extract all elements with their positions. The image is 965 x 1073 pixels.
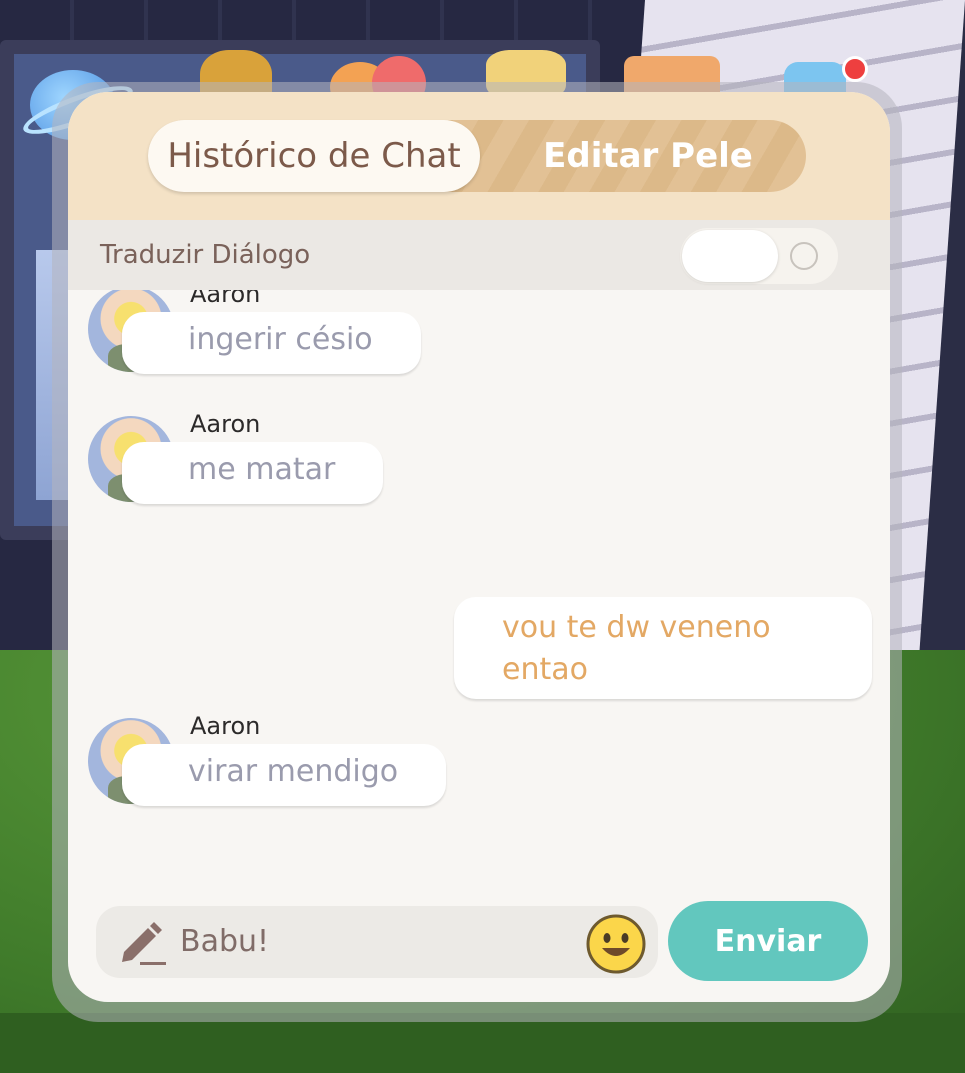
translate-label: Traduzir Diálogo — [100, 240, 311, 270]
toggle-knob — [682, 230, 778, 282]
toggle-off-icon — [790, 242, 818, 270]
message-bubble: me matar — [122, 442, 384, 504]
tab-edit-skin[interactable]: Editar Pele — [508, 120, 788, 192]
message-incoming: Aaron ingerir césio — [88, 290, 588, 386]
tab-chat-history[interactable]: Histórico de Chat — [148, 120, 480, 192]
input-value: Babu! — [180, 924, 270, 959]
tab-bar: Histórico de Chat Editar Pele — [148, 120, 806, 192]
message-bubble: ingerir césio — [122, 312, 421, 374]
message-incoming: Aaron me matar — [88, 410, 588, 516]
panel-header: Histórico de Chat Editar Pele — [68, 92, 890, 220]
send-button[interactable]: Enviar — [668, 901, 868, 981]
message-bubble: virar mendigo — [122, 744, 447, 806]
emoji-icon[interactable] — [586, 914, 646, 974]
message-list[interactable]: Aaron ingerir césio Aaron me matar vou t… — [68, 290, 890, 890]
message-outgoing: vou te dw veneno entao — [454, 597, 872, 699]
chat-panel: Histórico de Chat Editar Pele Traduzir D… — [68, 92, 890, 1002]
bottom-hud — [0, 1013, 965, 1073]
message-input[interactable]: Babu! — [96, 906, 658, 978]
sender-name: Aaron — [190, 712, 261, 740]
sender-name: Aaron — [190, 410, 261, 438]
translate-bar: Traduzir Diálogo — [68, 220, 890, 290]
pencil-icon — [122, 922, 166, 965]
notification-dot-icon — [842, 56, 868, 82]
message-incoming: Aaron virar mendigo — [88, 712, 588, 818]
sender-name: Aaron — [190, 290, 261, 308]
translate-toggle[interactable] — [680, 228, 838, 284]
